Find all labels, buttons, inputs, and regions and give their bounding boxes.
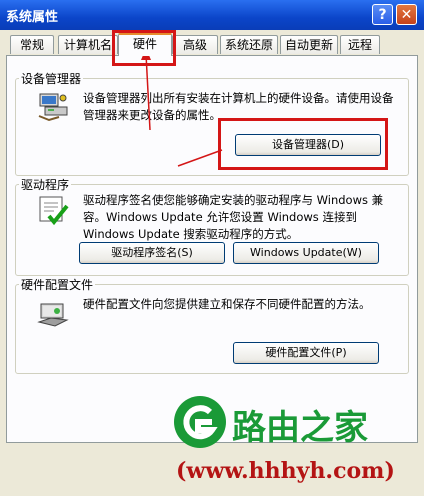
watermark-url: (www.hhhyh.com)	[176, 458, 395, 484]
watermark-brand: 路由之家	[232, 408, 368, 448]
router-home-logo-icon	[174, 396, 226, 448]
tab-hardware[interactable]: 硬件	[118, 33, 172, 56]
